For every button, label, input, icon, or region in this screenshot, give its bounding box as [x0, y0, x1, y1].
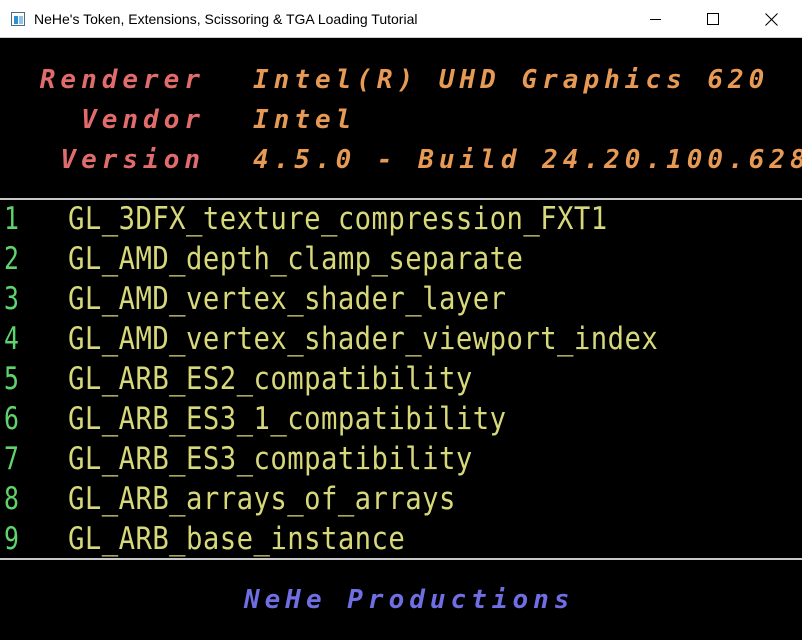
- renderer-value: Intel(R) UHD Graphics 620: [253, 65, 770, 95]
- maximize-icon: [707, 13, 719, 25]
- extension-name: GL_ARB_ES3_1_compatibility: [68, 401, 507, 437]
- footer-divider: [0, 558, 802, 560]
- extension-row: 6 GL_ARB_ES3_1_compatibility: [0, 399, 802, 439]
- window-app-icon[interactable]: [11, 12, 25, 26]
- app-window: NeHe's Token, Extensions, Scissoring & T…: [0, 0, 802, 640]
- app-icon-pane-left: [14, 16, 18, 24]
- minimize-button[interactable]: [627, 0, 685, 38]
- extension-name: GL_ARB_ES2_compatibility: [68, 361, 473, 397]
- extension-number: 4: [4, 321, 19, 357]
- vendor-row: Vendor Intel: [0, 100, 802, 140]
- extension-number: 8: [4, 481, 19, 517]
- title-bar[interactable]: NeHe's Token, Extensions, Scissoring & T…: [0, 0, 802, 38]
- window-title: NeHe's Token, Extensions, Scissoring & T…: [34, 11, 418, 27]
- extension-name: GL_ARB_base_instance: [68, 521, 406, 557]
- extension-name: GL_ARB_arrays_of_arrays: [68, 481, 456, 517]
- maximize-button[interactable]: [684, 0, 742, 38]
- vendor-value: Intel: [253, 105, 357, 135]
- extension-number: 9: [4, 521, 19, 557]
- close-button[interactable]: [741, 0, 802, 38]
- renderer-label: Renderer: [39, 65, 205, 95]
- app-icon-pane-right: [19, 16, 23, 24]
- extension-row: 4 GL_AMD_vertex_shader_viewport_index: [0, 319, 802, 359]
- extension-name: GL_ARB_ES3_compatibility: [68, 441, 473, 477]
- renderer-row: Renderer Intel(R) UHD Graphics 620: [0, 60, 802, 100]
- extension-number: 6: [4, 401, 19, 437]
- extension-row: 3 GL_AMD_vertex_shader_layer: [0, 279, 802, 319]
- extension-name: GL_AMD_depth_clamp_separate: [68, 241, 524, 277]
- extension-name: GL_3DFX_texture_compression_FXT1: [68, 201, 608, 237]
- version-row: Version 4.5.0 - Build 24.20.100.6286: [0, 140, 802, 180]
- extension-number: 1: [4, 201, 19, 237]
- extension-number: 2: [4, 241, 19, 277]
- version-value: 4.5.0 - Build 24.20.100.6286: [253, 145, 802, 175]
- extension-name: GL_AMD_vertex_shader_viewport_index: [68, 321, 659, 357]
- minimize-icon: [650, 19, 661, 20]
- extension-number: 7: [4, 441, 19, 477]
- extension-row: 7 GL_ARB_ES3_compatibility: [0, 439, 802, 479]
- extension-number: 3: [4, 281, 19, 317]
- extension-row: 8 GL_ARB_arrays_of_arrays: [0, 479, 802, 519]
- close-icon: [765, 13, 778, 26]
- extension-row: 9 GL_ARB_base_instance: [0, 519, 802, 559]
- opengl-viewport: Renderer Intel(R) UHD Graphics 620 Vendo…: [0, 38, 802, 640]
- version-label: Version: [60, 145, 205, 175]
- footer-credit: NeHe Productions: [244, 585, 575, 615]
- extension-name: GL_AMD_vertex_shader_layer: [68, 281, 507, 317]
- extension-row: 1 GL_3DFX_texture_compression_FXT1: [0, 199, 802, 239]
- extension-row: 5 GL_ARB_ES2_compatibility: [0, 359, 802, 399]
- extension-number: 5: [4, 361, 19, 397]
- vendor-label: Vendor: [81, 105, 205, 135]
- extension-row: 2 GL_AMD_depth_clamp_separate: [0, 239, 802, 279]
